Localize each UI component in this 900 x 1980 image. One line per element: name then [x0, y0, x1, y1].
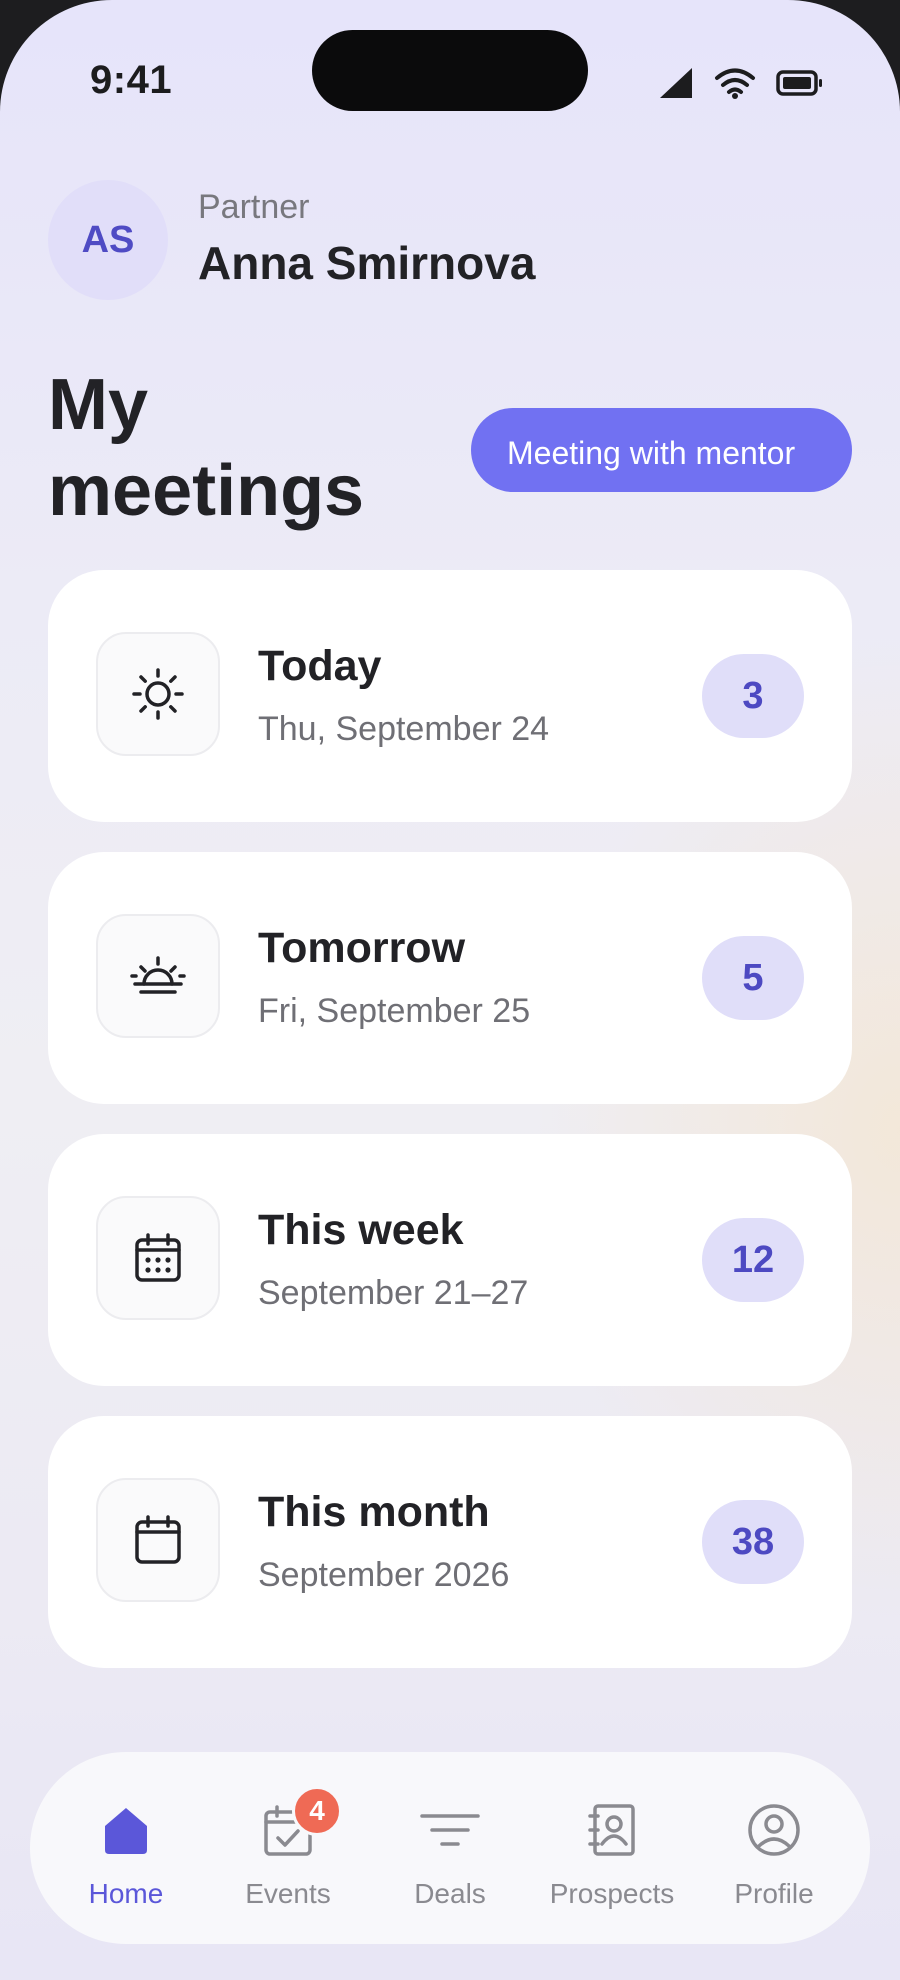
bottom-tab-bar: Home 4 Events Deals Prospects Profile — [30, 1752, 870, 1944]
meeting-count-badge: 38 — [702, 1500, 804, 1584]
meeting-count-badge: 12 — [702, 1218, 804, 1302]
tab-profile[interactable]: Profile — [694, 1752, 854, 1944]
tab-prospects[interactable]: Prospects — [532, 1752, 692, 1944]
card-icon-box — [96, 1478, 220, 1602]
meeting-card-today[interactable]: Today Thu, September 24 3 — [48, 570, 852, 822]
card-date: Thu, September 24 — [258, 710, 550, 748]
phone-screen: 9:41 AS Partner Anna Smirnova My meeting… — [0, 0, 900, 1980]
meeting-count-badge: 3 — [702, 654, 804, 738]
avatar[interactable]: AS — [48, 180, 168, 300]
tab-label: Events — [245, 1878, 331, 1909]
card-icon-box — [96, 914, 220, 1038]
card-date: September 2026 — [258, 1556, 510, 1594]
card-date: September 21–27 — [258, 1274, 529, 1312]
tab-events[interactable]: 4 Events — [208, 1752, 368, 1944]
card-date: Fri, September 25 — [258, 992, 531, 1030]
tab-label: Deals — [414, 1878, 486, 1909]
status-time: 9:41 — [90, 58, 173, 102]
filter-icon — [420, 1814, 480, 1846]
meeting-with-mentor-button[interactable]: Meeting with mentor — [471, 408, 852, 492]
home-icon — [105, 1808, 147, 1854]
card-title: This week — [258, 1206, 464, 1254]
meeting-card-this-week[interactable]: This week September 21–27 12 — [48, 1134, 852, 1386]
tab-label: Home — [88, 1878, 164, 1909]
contacts-book-icon — [588, 1804, 635, 1856]
card-icon-box — [96, 1196, 220, 1320]
card-title: Today — [258, 642, 382, 690]
sun-icon — [132, 668, 184, 720]
card-icon-box — [96, 632, 220, 756]
card-title: Tomorrow — [258, 924, 466, 972]
meeting-count-badge: 5 — [702, 936, 804, 1020]
wifi-icon — [715, 68, 755, 99]
notification-badge: 4 — [292, 1786, 342, 1836]
user-role: Partner — [198, 188, 310, 226]
dynamic-island — [312, 30, 588, 111]
tab-label: Prospects — [549, 1878, 675, 1909]
meeting-card-this-month[interactable]: This month September 2026 38 — [48, 1416, 852, 1668]
calendar-month-icon — [135, 1515, 181, 1564]
tab-home[interactable]: Home — [46, 1752, 206, 1944]
page-title: My meetings — [48, 365, 365, 531]
cellular-signal-icon — [660, 68, 692, 98]
user-name: Anna Smirnova — [198, 237, 536, 289]
battery-icon — [776, 70, 822, 96]
calendar-week-icon — [135, 1233, 181, 1282]
profile-icon — [748, 1804, 800, 1856]
tab-deals[interactable]: Deals — [370, 1752, 530, 1944]
status-icons — [658, 66, 824, 100]
meeting-card-tomorrow[interactable]: Tomorrow Fri, September 25 5 — [48, 852, 852, 1104]
card-title: This month — [258, 1488, 490, 1536]
sunrise-icon — [130, 956, 186, 994]
tab-label: Profile — [734, 1878, 814, 1909]
